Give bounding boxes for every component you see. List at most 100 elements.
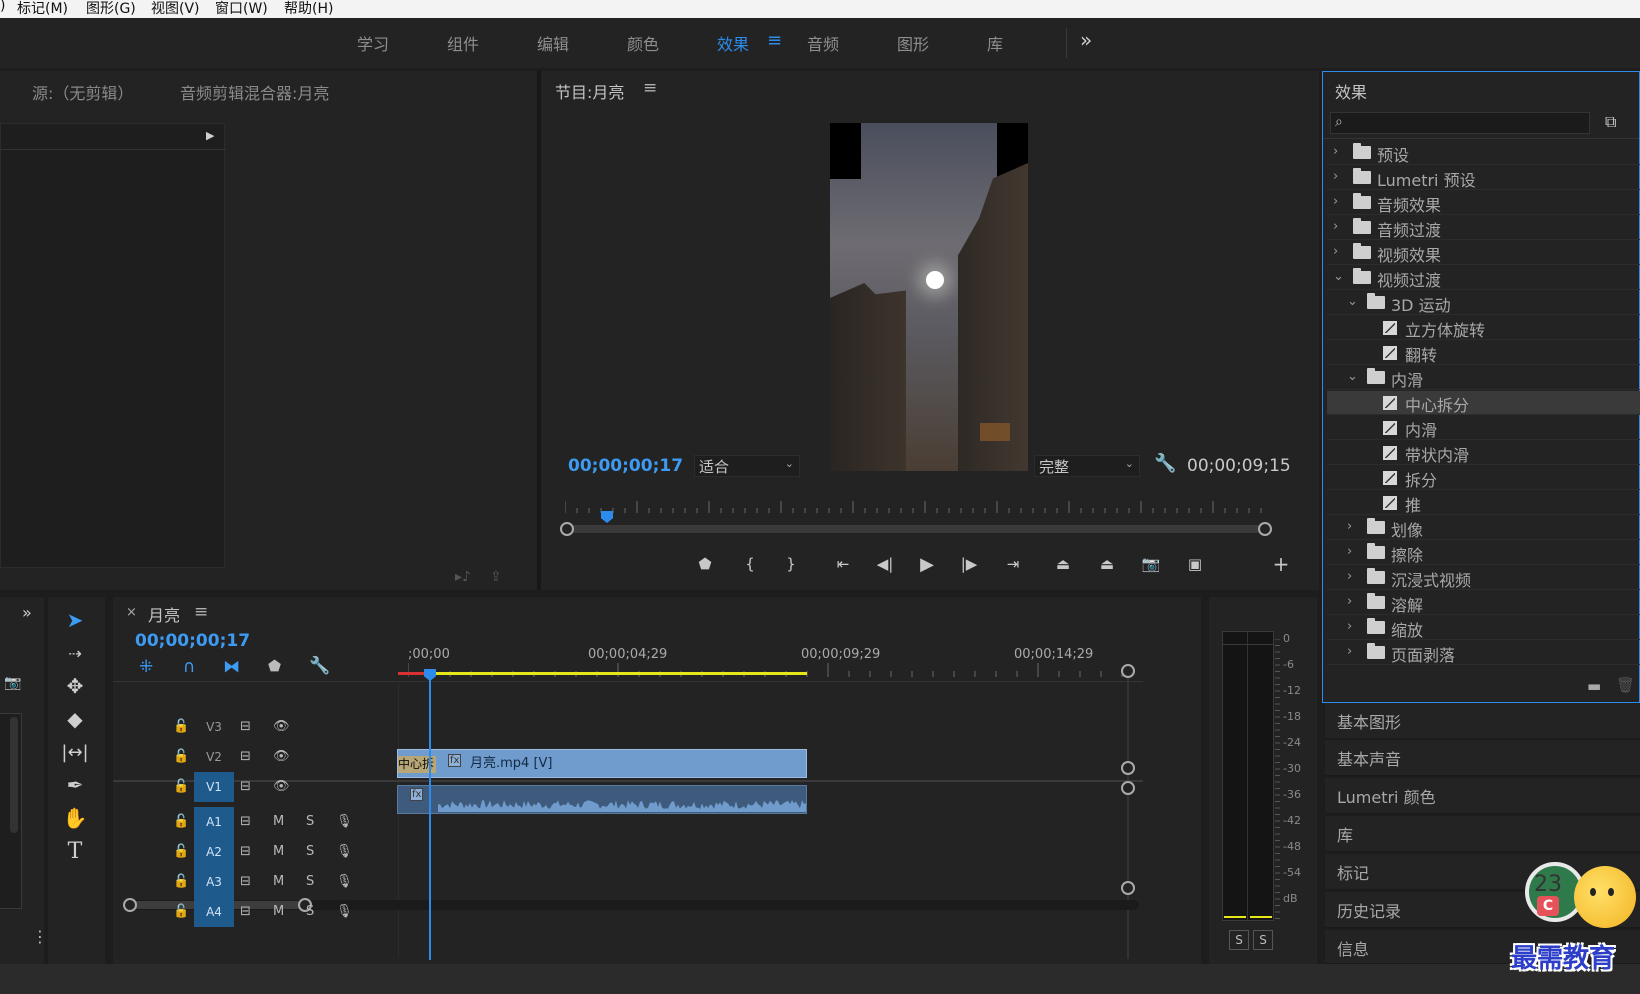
scrollbar[interactable] [10,717,18,833]
zoom-scrollbar[interactable] [567,525,1267,533]
workspace-tab-color[interactable]: 颜色 [627,31,659,55]
workspace-more-icon[interactable]: » [1080,28,1092,52]
track-label[interactable]: A1 [194,807,234,837]
effects-tree-item[interactable]: 中心拆分 [1327,391,1640,415]
chevron-right-icon[interactable]: › [1333,194,1338,209]
fit-dropdown[interactable]: 适合 ⌄ [694,455,800,477]
sync-lock-icon[interactable]: ⊟ [240,749,251,764]
pen-tool-icon[interactable]: ✒ [60,770,90,800]
chevron-right-icon[interactable]: › [1347,644,1352,659]
panel-menu-icon[interactable]: ≡ [194,602,208,622]
chevron-right-icon[interactable]: › [1347,569,1352,584]
wrench-icon[interactable]: 🔧 [309,656,330,676]
chevron-right-icon[interactable]: › [1347,544,1352,559]
workspace-tab-editing[interactable]: 编辑 [537,31,569,55]
sync-lock-icon[interactable]: ⊟ [240,874,251,889]
go-to-in-icon[interactable]: ⇤ [827,551,859,577]
export-icon[interactable]: ⇪ [490,569,502,585]
chevron-down-icon[interactable]: ⌄ [1347,369,1358,384]
play-icon[interactable]: ▶ [913,551,941,577]
lock-icon[interactable]: 🔓 [173,814,189,829]
chevron-down-icon[interactable]: ⌄ [1333,269,1344,284]
workspace-tab-libraries[interactable]: 库 [987,31,1003,55]
mark-in-icon[interactable]: { [736,551,764,577]
effects-tree-item[interactable]: ⌄ 3D 运动 [1327,291,1640,315]
video-clip[interactable]: 中心拆 fx 月亮.mp4 [V] [397,749,807,778]
menu-item-view[interactable]: 视图(V) [151,0,200,18]
lift-icon[interactable]: ⏏ [1049,551,1077,577]
workspace-menu-icon[interactable]: ≡ [767,30,782,51]
timeline-ruler[interactable]: ;00;00 00;00;04;29 00;00;09;29 00;00;14;… [408,647,1138,677]
extract-icon[interactable]: ⏏ [1093,551,1121,577]
menu-item-help[interactable]: 帮助(H) [284,0,333,18]
solo-button[interactable]: S [306,904,314,919]
search-input[interactable] [1355,114,1585,132]
track-label[interactable]: A3 [194,867,234,897]
close-tab-icon[interactable]: × [126,605,137,620]
voiceover-icon[interactable]: 🎙 [336,904,353,919]
eye-icon[interactable]: 👁 [273,749,290,764]
lock-icon[interactable]: 🔓 [173,904,189,919]
effects-tree-item[interactable]: ⌄ 内滑 [1327,366,1640,390]
lock-icon[interactable]: 🔓 [173,719,189,734]
effects-tree-item[interactable]: › 页面剥落 [1327,641,1640,665]
lock-icon[interactable]: 🔓 [173,844,189,859]
scroll-handle[interactable] [1121,781,1135,795]
scroll-handle[interactable] [1121,761,1135,775]
zoom-handle-right[interactable] [1258,522,1272,536]
solo-left-button[interactable]: S [1229,930,1249,950]
panel-menu-icon[interactable]: ≡ [643,78,657,98]
track-label[interactable]: V3 [194,712,234,742]
panel-libraries[interactable]: 库 [1325,816,1640,852]
sync-lock-icon[interactable]: ⊟ [240,779,251,794]
scroll-handle[interactable] [1121,881,1135,895]
menu-item-partial[interactable]: ) [0,0,5,14]
camera-icon[interactable]: 📷 [4,675,21,691]
comparison-view-icon[interactable]: ▣ [1181,551,1209,577]
step-back-icon[interactable]: ◀| [871,551,899,577]
track-scroll[interactable] [1127,669,1129,959]
work-area-bar[interactable] [435,672,807,675]
panel-lumetri-color[interactable]: Lumetri 颜色 [1325,778,1640,814]
sync-lock-icon[interactable]: ⊟ [240,904,251,919]
workspace-tab-effects[interactable]: 效果 [717,31,749,55]
new-bin-icon[interactable]: ⧉ [1605,112,1616,132]
track-label[interactable]: A4 [194,897,234,927]
more-vertical-icon[interactable]: ⋮ [32,927,48,946]
snap-nest-icon[interactable]: ⁜ [139,657,153,677]
folder-icon[interactable]: ▬ [1587,677,1601,695]
effects-tree-item[interactable]: 翻转 [1327,341,1640,365]
eye-icon[interactable]: 👁 [273,779,290,794]
slip-tool-icon[interactable]: |↔| [60,737,90,767]
effects-tree-item[interactable]: ⌄ 视频过渡 [1327,266,1640,290]
razor-tool-icon[interactable]: ◆ [60,704,90,734]
chevron-right-icon[interactable]: › [1333,219,1338,234]
solo-button[interactable]: S [306,844,314,859]
effects-tree-item[interactable]: › 音频过渡 [1327,216,1640,240]
track-label[interactable]: V2 [194,742,234,772]
chevron-right-icon[interactable]: › [1347,619,1352,634]
chevron-right-icon[interactable]: › [1347,594,1352,609]
timeline-title[interactable]: 月亮 [148,602,180,626]
solo-right-button[interactable]: S [1253,930,1273,950]
trash-icon[interactable]: 🗑 [1616,676,1635,694]
effects-tree-item[interactable]: › 划像 [1327,516,1640,540]
snap-icon[interactable]: ∩ [183,657,195,677]
workspace-tab-audio[interactable]: 音频 [807,31,839,55]
zoom-handle-left[interactable] [560,522,574,536]
tab-audio-clip-mixer[interactable]: 音频剪辑混合器:月亮 [180,80,329,104]
expand-arrow-icon[interactable]: ▶ [206,129,214,142]
time-ruler[interactable] [565,499,1265,513]
go-to-out-icon[interactable]: ⇥ [997,551,1029,577]
effects-tree-item[interactable]: 推 [1327,491,1640,515]
effects-tree-item[interactable]: › 缩放 [1327,616,1640,640]
sync-lock-icon[interactable]: ⊟ [240,719,251,734]
chevron-right-icon[interactable]: › [1347,519,1352,534]
effects-tree-item[interactable]: › 视频效果 [1327,241,1640,265]
export-frame-icon[interactable]: 📷 [1137,551,1165,577]
effects-tree-item[interactable]: 立方体旋转 [1327,316,1640,340]
panel-essential-graphics[interactable]: 基本图形 [1325,703,1640,739]
scroll-handle[interactable] [1121,664,1135,678]
button-editor-icon[interactable]: + [1267,551,1295,577]
selection-tool-icon[interactable]: ➤ [60,605,90,635]
